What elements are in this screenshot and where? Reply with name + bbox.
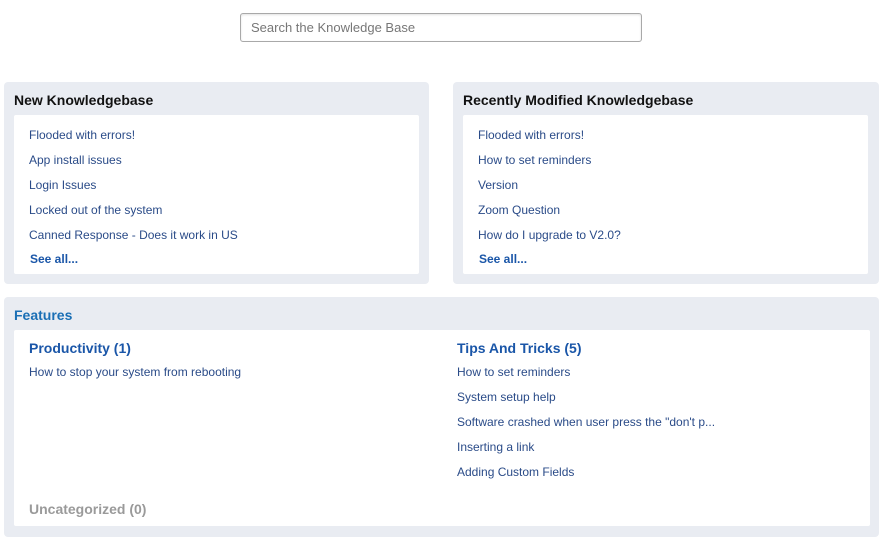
- new-knowledgebase-panel: New Knowledgebase Flooded with errors! A…: [4, 82, 429, 284]
- new-knowledgebase-list-box: Flooded with errors! App install issues …: [14, 115, 419, 274]
- features-content-box: Productivity (1) How to stop your system…: [14, 330, 870, 526]
- category-title-uncategorized[interactable]: Uncategorized (0): [29, 498, 146, 520]
- category-title-productivity[interactable]: Productivity (1): [29, 337, 429, 359]
- recent-kb-link-5[interactable]: How do I upgrade to V2.0?: [478, 228, 621, 242]
- search-box: [240, 13, 642, 42]
- list-item: Version: [478, 172, 868, 197]
- tips-article-link-5[interactable]: Adding Custom Fields: [457, 465, 574, 479]
- recent-knowledgebase-list: Flooded with errors! How to set reminder…: [478, 122, 868, 247]
- list-item: Inserting a link: [457, 434, 857, 459]
- tips-article-link-4[interactable]: Inserting a link: [457, 440, 534, 454]
- recent-kb-see-all-link[interactable]: See all...: [478, 247, 868, 272]
- recent-knowledgebase-panel: Recently Modified Knowledgebase Flooded …: [453, 82, 879, 284]
- tips-article-link-2[interactable]: System setup help: [457, 390, 556, 404]
- recent-kb-link-4[interactable]: Zoom Question: [478, 203, 560, 217]
- list-item: Login Issues: [29, 172, 419, 197]
- list-item: App install issues: [29, 147, 419, 172]
- tips-article-link-1[interactable]: How to set reminders: [457, 365, 570, 379]
- productivity-article-link-1[interactable]: How to stop your system from rebooting: [29, 365, 241, 379]
- recent-kb-link-2[interactable]: How to set reminders: [478, 153, 591, 167]
- new-knowledgebase-title: New Knowledgebase: [14, 92, 154, 108]
- features-title: Features: [14, 307, 73, 323]
- list-item: Zoom Question: [478, 197, 868, 222]
- new-kb-see-all-link[interactable]: See all...: [29, 247, 419, 272]
- list-item: System setup help: [457, 384, 857, 409]
- features-panel: Features Productivity (1) How to stop yo…: [4, 297, 879, 537]
- recent-kb-link-3[interactable]: Version: [478, 178, 518, 192]
- list-item: How to set reminders: [478, 147, 868, 172]
- search-input[interactable]: [241, 14, 641, 41]
- productivity-article-list: How to stop your system from rebooting: [29, 359, 429, 384]
- list-item: Canned Response - Does it work in US: [29, 222, 419, 247]
- list-item: How to stop your system from rebooting: [29, 359, 429, 384]
- category-tips-and-tricks: Tips And Tricks (5) How to set reminders…: [457, 337, 857, 484]
- new-knowledgebase-list: Flooded with errors! App install issues …: [29, 122, 419, 247]
- new-kb-link-1[interactable]: Flooded with errors!: [29, 128, 135, 142]
- new-kb-link-2[interactable]: App install issues: [29, 153, 122, 167]
- category-uncategorized: Uncategorized (0): [29, 498, 146, 520]
- recent-kb-link-1[interactable]: Flooded with errors!: [478, 128, 584, 142]
- new-kb-link-3[interactable]: Login Issues: [29, 178, 96, 192]
- list-item: Locked out of the system: [29, 197, 419, 222]
- tips-article-link-3[interactable]: Software crashed when user press the "do…: [457, 415, 715, 429]
- list-item: How to set reminders: [457, 359, 857, 384]
- list-item: How do I upgrade to V2.0?: [478, 222, 868, 247]
- list-item: Adding Custom Fields: [457, 459, 857, 484]
- category-title-tips-and-tricks[interactable]: Tips And Tricks (5): [457, 337, 857, 359]
- new-kb-link-5[interactable]: Canned Response - Does it work in US: [29, 228, 238, 242]
- category-productivity: Productivity (1) How to stop your system…: [29, 337, 429, 384]
- list-item: Software crashed when user press the "do…: [457, 409, 857, 434]
- new-kb-link-4[interactable]: Locked out of the system: [29, 203, 162, 217]
- tips-article-list: How to set reminders System setup help S…: [457, 359, 857, 484]
- list-item: Flooded with errors!: [478, 122, 868, 147]
- recent-knowledgebase-title: Recently Modified Knowledgebase: [463, 92, 694, 108]
- recent-knowledgebase-list-box: Flooded with errors! How to set reminder…: [463, 115, 868, 274]
- list-item: Flooded with errors!: [29, 122, 419, 147]
